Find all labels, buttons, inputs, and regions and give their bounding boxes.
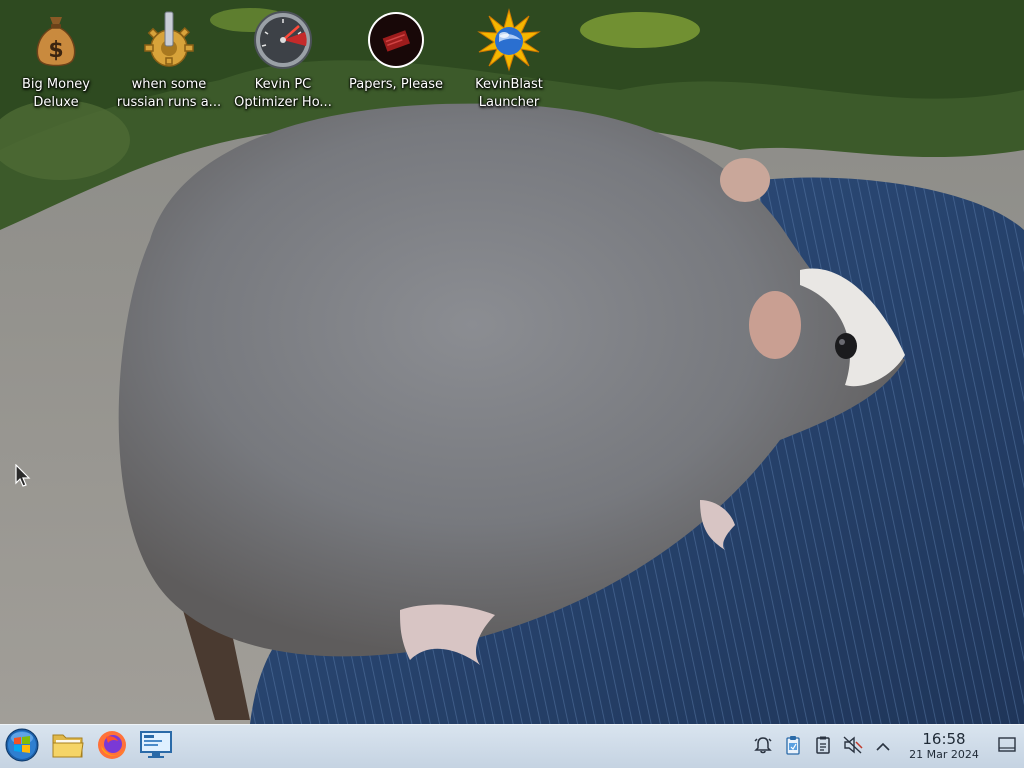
firefox-button[interactable] <box>90 725 134 768</box>
desktop-icon-kevin-pc-optimizer[interactable]: Kevin PC Optimizer Ho... <box>227 8 339 112</box>
speedometer-icon <box>251 8 315 72</box>
updates-button[interactable] <box>778 725 808 768</box>
notifications-button[interactable] <box>748 725 778 768</box>
taskbar: 16:58 21 Mar 2024 <box>0 724 1024 768</box>
desktop-icon-label: Big Money Deluxe <box>21 77 90 110</box>
file-manager-button[interactable] <box>46 725 90 768</box>
clipboard-icon <box>784 735 802 759</box>
desktop-icon-label: Kevin PC Optimizer Ho... <box>234 77 332 110</box>
system-tray: 16:58 21 Mar 2024 <box>748 725 1024 768</box>
starburst-globe-icon <box>477 8 541 72</box>
desktop-icon-label: when some russian runs a... <box>116 77 222 110</box>
clipboard-list-icon <box>815 736 831 758</box>
mouse-pointer-icon <box>15 463 31 488</box>
svg-text:$: $ <box>48 38 63 63</box>
display-settings-icon <box>139 730 173 764</box>
show-hidden-icons-button[interactable] <box>868 725 898 768</box>
taskbar-clock[interactable]: 16:58 21 Mar 2024 <box>898 725 990 768</box>
firefox-icon <box>96 729 128 765</box>
papers-please-icon <box>364 8 428 72</box>
clock-time: 16:58 <box>922 730 966 748</box>
show-desktop-button[interactable] <box>990 725 1024 768</box>
gear-icon <box>137 8 201 72</box>
clipboard-button[interactable] <box>808 725 838 768</box>
clock-date: 21 Mar 2024 <box>909 748 979 761</box>
volume-button[interactable] <box>838 725 868 768</box>
control-panel-button[interactable] <box>134 725 178 768</box>
desktop-icon-label: Papers, Please <box>348 77 444 92</box>
desktop-icon-label: KevinBlast Launcher <box>475 77 543 110</box>
chevron-up-icon <box>876 737 890 756</box>
desktop-icon-russian-runs[interactable]: when some russian runs a... <box>113 8 225 112</box>
start-menu-button[interactable] <box>2 725 42 768</box>
speaker-muted-icon <box>843 735 863 758</box>
show-desktop-icon <box>998 736 1016 757</box>
windows-orb-icon <box>5 728 39 766</box>
bell-icon <box>754 736 772 758</box>
folder-icon <box>52 731 84 763</box>
desktop-icon-papers-please[interactable]: Papers, Please <box>340 8 452 94</box>
desktop-icon-big-money-deluxe[interactable]: $ Big Money Deluxe <box>0 8 112 112</box>
money-bag-icon: $ <box>24 8 88 72</box>
desktop-icon-kevinblast-launcher[interactable]: KevinBlast Launcher <box>453 8 565 112</box>
